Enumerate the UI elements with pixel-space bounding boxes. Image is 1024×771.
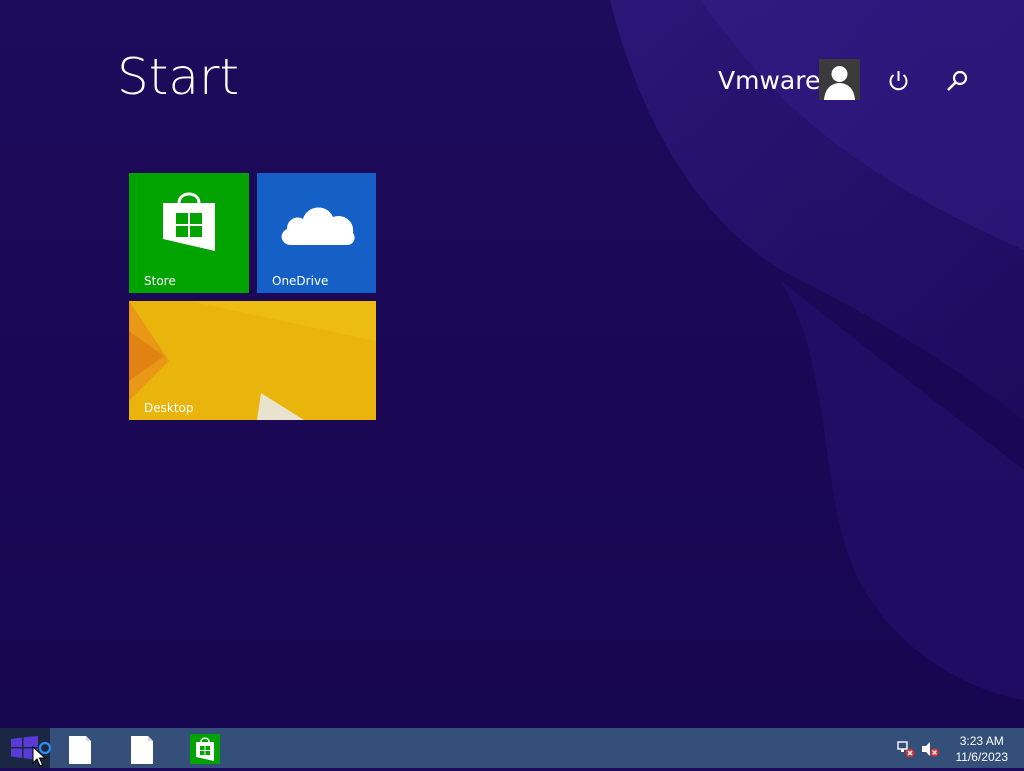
clock-date: 11/6/2023: [955, 750, 1009, 764]
search-icon: [947, 70, 968, 91]
volume-button[interactable]: [921, 740, 939, 758]
network-button[interactable]: [897, 740, 915, 758]
taskbar-clock[interactable]: 3:23 AM 11/6/2023: [956, 733, 1009, 765]
tile-onedrive[interactable]: OneDrive: [257, 173, 376, 293]
power-button[interactable]: [885, 68, 912, 95]
tile-onedrive-label: OneDrive: [272, 274, 329, 288]
tile-store-label: Store: [144, 274, 176, 288]
taskbar: 3:23 AM 11/6/2023: [0, 728, 1024, 768]
volume-muted-icon: [922, 742, 939, 757]
store-bag-icon: [190, 734, 220, 764]
start-title: Start: [117, 48, 240, 106]
tile-desktop[interactable]: Desktop: [129, 301, 376, 420]
search-button[interactable]: [944, 68, 971, 95]
tile-desktop-label: Desktop: [144, 401, 194, 415]
user-avatar[interactable]: [819, 59, 860, 100]
cloud-icon: [281, 207, 355, 245]
mouse-cursor-icon: [32, 746, 46, 767]
network-disconnected-icon: [897, 741, 915, 758]
tile-store[interactable]: Store: [129, 173, 249, 293]
clock-time: 3:23 AM: [959, 734, 1004, 748]
blank-document-icon: [131, 736, 153, 764]
taskbar-store[interactable]: [188, 732, 222, 766]
user-silhouette-icon: [824, 66, 855, 100]
blank-document-icon: [69, 736, 91, 764]
power-icon: [889, 71, 908, 91]
store-bag-icon: [163, 192, 215, 251]
taskbar-document-2[interactable]: [125, 732, 159, 766]
taskbar-document-1[interactable]: [63, 732, 97, 766]
user-name[interactable]: Vmware: [718, 66, 820, 95]
